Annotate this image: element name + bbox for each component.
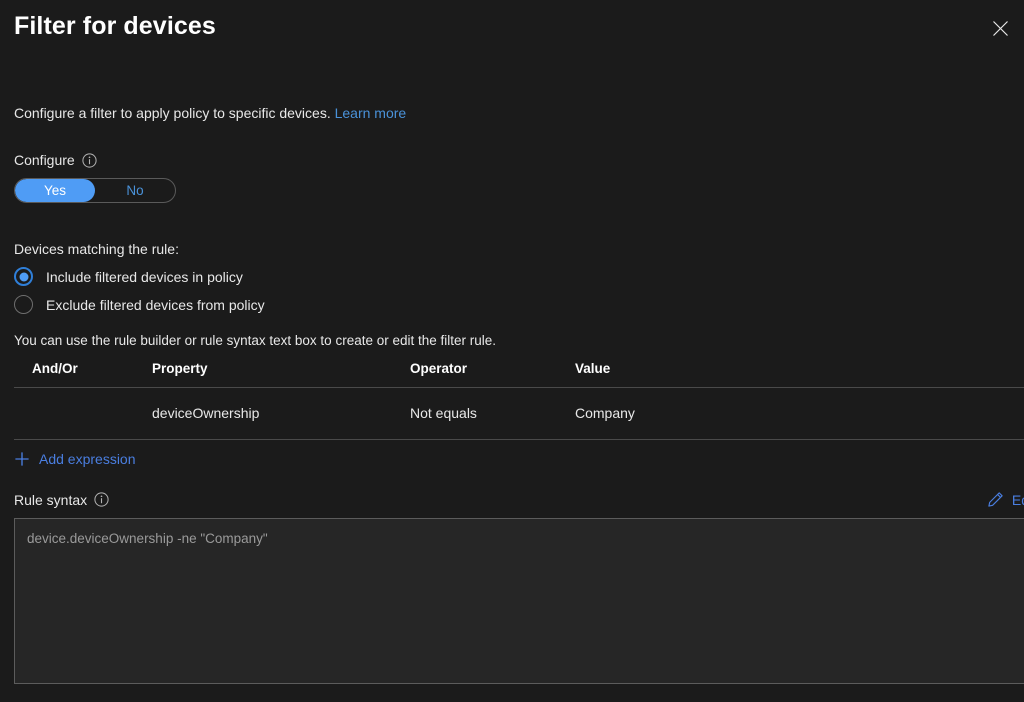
radio-exclude-filtered-devices[interactable]: Exclude filtered devices from policy [14, 295, 1010, 314]
configure-toggle[interactable]: Yes No [14, 178, 176, 203]
rule-builder-table: And/Or Property Operator Value deviceOwn… [14, 361, 1024, 440]
configure-label-row: Configure [14, 151, 1010, 169]
info-icon[interactable] [82, 152, 97, 168]
filter-for-devices-panel: Filter for devices Configure a filter to… [0, 0, 1024, 702]
rule-syntax-label-group: Rule syntax [14, 491, 109, 509]
add-expression-button[interactable]: Add expression [14, 451, 136, 467]
radio-include-filtered-devices[interactable]: Include filtered devices in policy [14, 267, 1010, 286]
cell-operator[interactable]: Not equals [410, 387, 575, 440]
radio-selected-icon [14, 267, 33, 286]
devices-matching-label: Devices matching the rule: [14, 241, 179, 257]
add-expression-label: Add expression [39, 450, 136, 467]
column-header-property: Property [152, 361, 410, 388]
cell-property[interactable]: deviceOwnership [152, 387, 410, 440]
radio-exclude-label: Exclude filtered devices from policy [46, 296, 265, 313]
panel-header: Filter for devices [0, 0, 1024, 56]
toggle-option-yes[interactable]: Yes [15, 179, 95, 202]
column-header-operator: Operator [410, 361, 575, 388]
column-header-andor: And/Or [14, 361, 152, 388]
rule-builder-helper-text: You can use the rule builder or rule syn… [14, 333, 497, 348]
column-header-value: Value [575, 361, 975, 388]
info-icon[interactable] [94, 492, 109, 507]
rule-syntax-bar: Rule syntax Edit [14, 491, 1024, 509]
cell-value[interactable]: Company [575, 387, 975, 440]
delete-row-button[interactable] [1020, 401, 1024, 423]
radio-unselected-icon [14, 295, 33, 314]
learn-more-link[interactable]: Learn more [335, 105, 407, 121]
edit-label: Edit [1011, 491, 1024, 508]
intro-text: Configure a filter to apply policy to sp… [14, 103, 1010, 123]
toggle-option-no[interactable]: No [95, 179, 175, 202]
close-icon [992, 20, 1009, 37]
close-button[interactable] [984, 12, 1016, 44]
rule-syntax-textarea[interactable] [14, 517, 1024, 684]
edit-rule-syntax-button[interactable]: Edit [987, 491, 1024, 508]
page-title: Filter for devices [14, 12, 216, 40]
panel-body: Configure a filter to apply policy to sp… [0, 103, 1024, 689]
cell-actions [975, 387, 1024, 440]
radio-include-label: Include filtered devices in policy [46, 268, 243, 285]
pencil-icon [987, 491, 1004, 508]
cell-andor [14, 387, 152, 440]
table-row[interactable]: deviceOwnership Not equals Company [14, 387, 1024, 440]
plus-icon [14, 451, 30, 467]
column-header-actions [975, 361, 1024, 388]
rule-table-body: deviceOwnership Not equals Company [14, 387, 1024, 440]
configure-label: Configure [14, 152, 75, 168]
rule-table-head: And/Or Property Operator Value [14, 361, 1024, 388]
rule-syntax-label: Rule syntax [14, 491, 88, 508]
intro-description: Configure a filter to apply policy to sp… [14, 105, 331, 121]
rule-table-header-row: And/Or Property Operator Value [14, 361, 1024, 388]
